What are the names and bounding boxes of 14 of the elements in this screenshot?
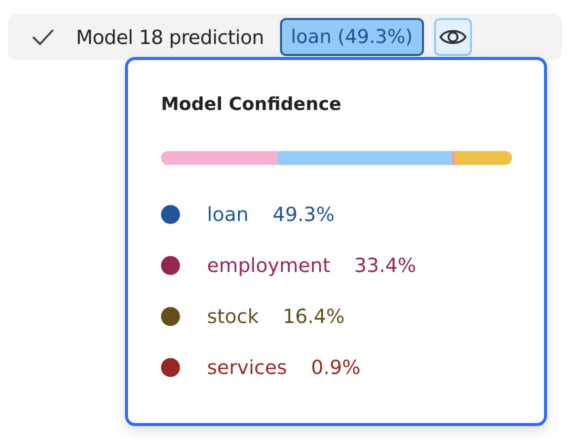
class-percentage: 16.4%	[282, 304, 345, 328]
class-percentage: 33.4%	[354, 254, 416, 276]
class-name: loan	[207, 202, 249, 226]
checkmark-icon	[32, 29, 54, 45]
eye-icon	[438, 27, 467, 47]
popover-title: Model Confidence	[161, 94, 342, 115]
class-name: stock	[207, 304, 259, 328]
class-name: services	[207, 356, 288, 378]
eye-button[interactable]	[434, 18, 472, 56]
class-percentage: 0.9%	[311, 356, 361, 378]
class-name: employment	[207, 254, 330, 276]
prediction-badge: loan (49.3%)	[280, 18, 424, 56]
prediction-label: Model 18 prediction	[76, 26, 264, 48]
class-percentage: 49.3%	[272, 202, 335, 226]
